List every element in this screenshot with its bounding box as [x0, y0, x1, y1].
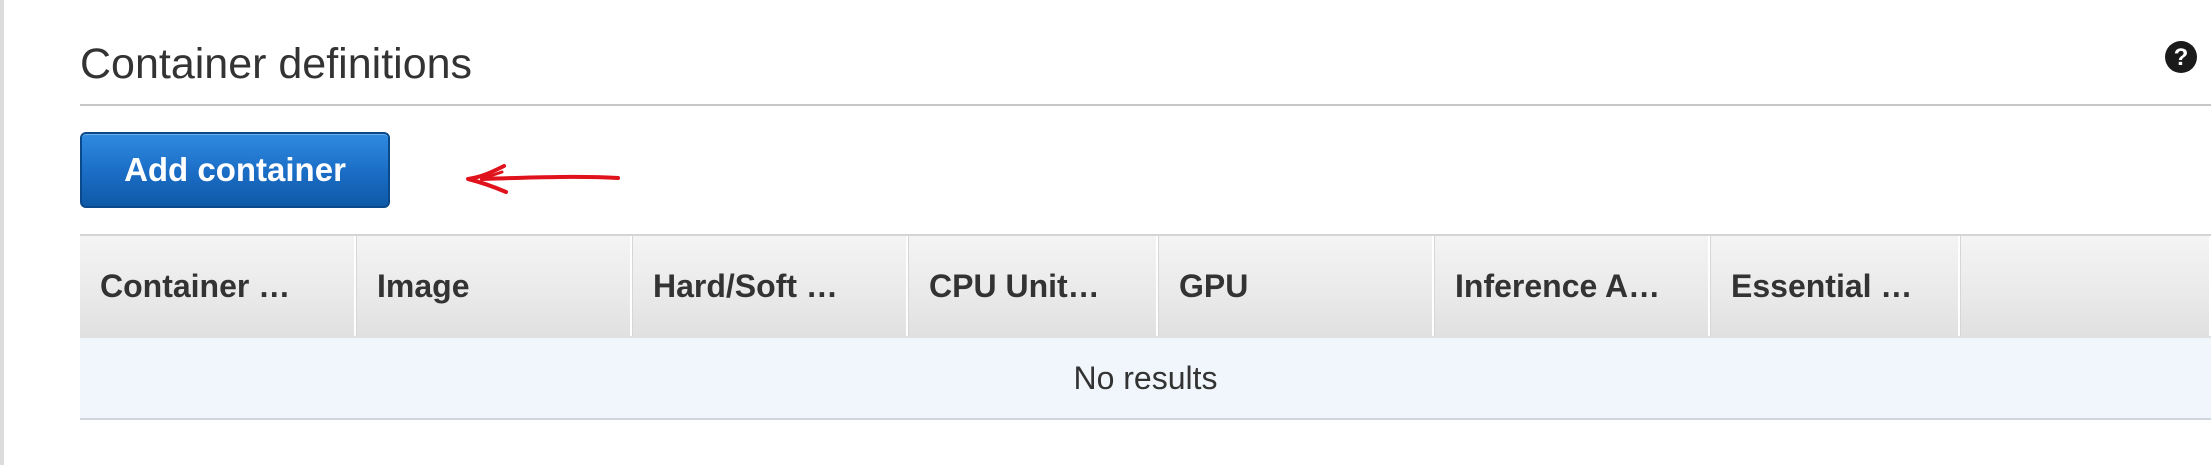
- column-header-actions: [1960, 236, 2211, 336]
- empty-results-message: No results: [1073, 359, 1218, 396]
- empty-results-row: No results: [80, 338, 2211, 420]
- title-divider: [80, 104, 2211, 106]
- panel-left-border: [0, 0, 4, 465]
- table-header-row: Container … Image Hard/Soft … CPU Unit… …: [80, 234, 2211, 338]
- add-container-button[interactable]: Add container: [80, 132, 390, 208]
- red-arrow-icon: [466, 164, 620, 194]
- column-header-container-name[interactable]: Container …: [80, 236, 356, 336]
- column-header-image[interactable]: Image: [356, 236, 632, 336]
- column-header-hard-soft-limits[interactable]: Hard/Soft …: [632, 236, 908, 336]
- question-circle-icon[interactable]: ?: [2164, 40, 2198, 74]
- column-header-cpu-units[interactable]: CPU Unit…: [908, 236, 1158, 336]
- container-definitions-table: Container … Image Hard/Soft … CPU Unit… …: [80, 234, 2211, 420]
- svg-text:?: ?: [2174, 44, 2189, 71]
- column-header-inference-accelerator[interactable]: Inference A…: [1434, 236, 1710, 336]
- container-definitions-panel: Container definitions ? Add container Co…: [0, 0, 2211, 465]
- section-title: Container definitions: [80, 40, 473, 88]
- column-header-essential[interactable]: Essential …: [1710, 236, 1960, 336]
- column-header-gpu[interactable]: GPU: [1158, 236, 1434, 336]
